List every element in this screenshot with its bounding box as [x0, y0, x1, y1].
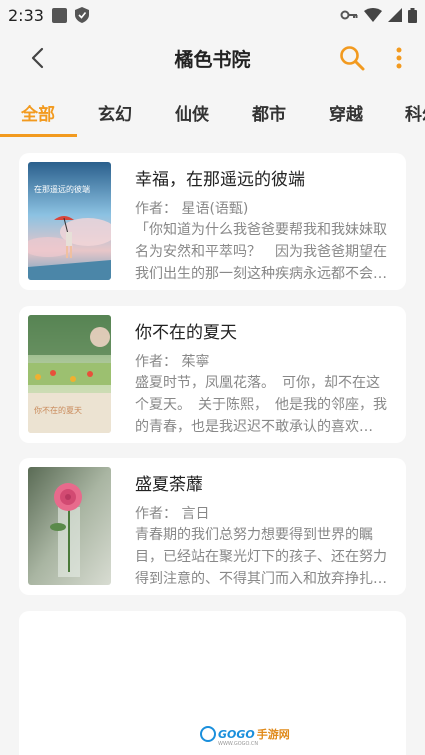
book-card[interactable]: 你不在的夏天 你不在的夏天 作者： 茱寧 盛夏时节，凤凰花落。 可你，却不在这个…: [19, 306, 406, 443]
watermark-logo: GOGO 手游网 WWW.GOGO.CN: [200, 726, 290, 747]
book-description: 盛夏时节，凤凰花落。 可你，却不在这个夏天。 关于陈熙， 他是我的邻座，我的青春…: [135, 375, 387, 435]
active-tab-indicator: [0, 134, 77, 137]
book-cover: 你不在的夏天: [28, 315, 111, 433]
book-description: 「你知道为什么我爸爸要帮我和我妹妹取名为安然和平萃吗？ 因为我爸爸期望在我们出生…: [135, 222, 387, 282]
category-tabs: 全部 玄幻 仙侠 都市 穿越 科幻: [0, 90, 425, 138]
book-cover: 在那遥远的彼端: [28, 162, 111, 280]
watermark-brand-cn: 手游网: [256, 728, 290, 741]
watermark-url: WWW.GOGO.CN: [218, 741, 259, 747]
tab-all[interactable]: 全部: [21, 100, 55, 125]
notification-icon: [51, 7, 67, 23]
book-cover: [28, 467, 111, 585]
tab-xuanhuan[interactable]: 玄幻: [98, 100, 132, 125]
signal-icon: [388, 8, 402, 22]
app-bar: 橘色书院: [0, 30, 425, 86]
status-bar: 2:33: [0, 0, 425, 30]
status-time: 2:33: [8, 5, 44, 25]
tab-kehuan[interactable]: 科幻: [405, 100, 425, 125]
book-author: 作者： 言日: [135, 506, 210, 522]
book-title: 幸福，在那遥远的彼端: [135, 170, 305, 190]
tab-chuanyue[interactable]: 穿越: [329, 100, 363, 125]
book-author: 作者： 茱寧: [135, 354, 210, 370]
tab-xianxia[interactable]: 仙侠: [175, 100, 209, 125]
gogo-logo-icon: [200, 726, 216, 742]
back-arrow-icon[interactable]: [24, 44, 52, 72]
book-card[interactable]: 在那遥远的彼端 幸福，在那遥远的彼端 作者： 星语(语甄) 「你知道为什么我爸爸…: [19, 153, 406, 290]
tab-dushi[interactable]: 都市: [252, 100, 286, 125]
book-title: 你不在的夏天: [135, 323, 237, 343]
book-cover-text: 你不在的夏天: [34, 405, 82, 415]
more-vert-icon[interactable]: [391, 44, 407, 72]
book-title: 盛夏荼蘼: [135, 475, 203, 495]
shield-icon: [74, 7, 89, 23]
battery-icon: [408, 7, 417, 23]
search-icon[interactable]: [337, 43, 367, 73]
book-card[interactable]: 盛夏荼蘼 作者： 言日 青春期的我们总努力想要得到世界的瞩目，已经站在聚光灯下的…: [19, 458, 406, 595]
page-title: 橘色书院: [174, 48, 251, 71]
book-author: 作者： 星语(语甄): [135, 201, 249, 217]
key-icon: [340, 10, 358, 20]
watermark-brand: GOGO: [218, 727, 255, 741]
wifi-icon: [364, 8, 382, 22]
book-description: 青春期的我们总努力想要得到世界的瞩目，已经站在聚光灯下的孩子、还在努力得到注意的…: [135, 527, 387, 587]
book-cover-text: 在那遥远的彼端: [34, 184, 90, 194]
